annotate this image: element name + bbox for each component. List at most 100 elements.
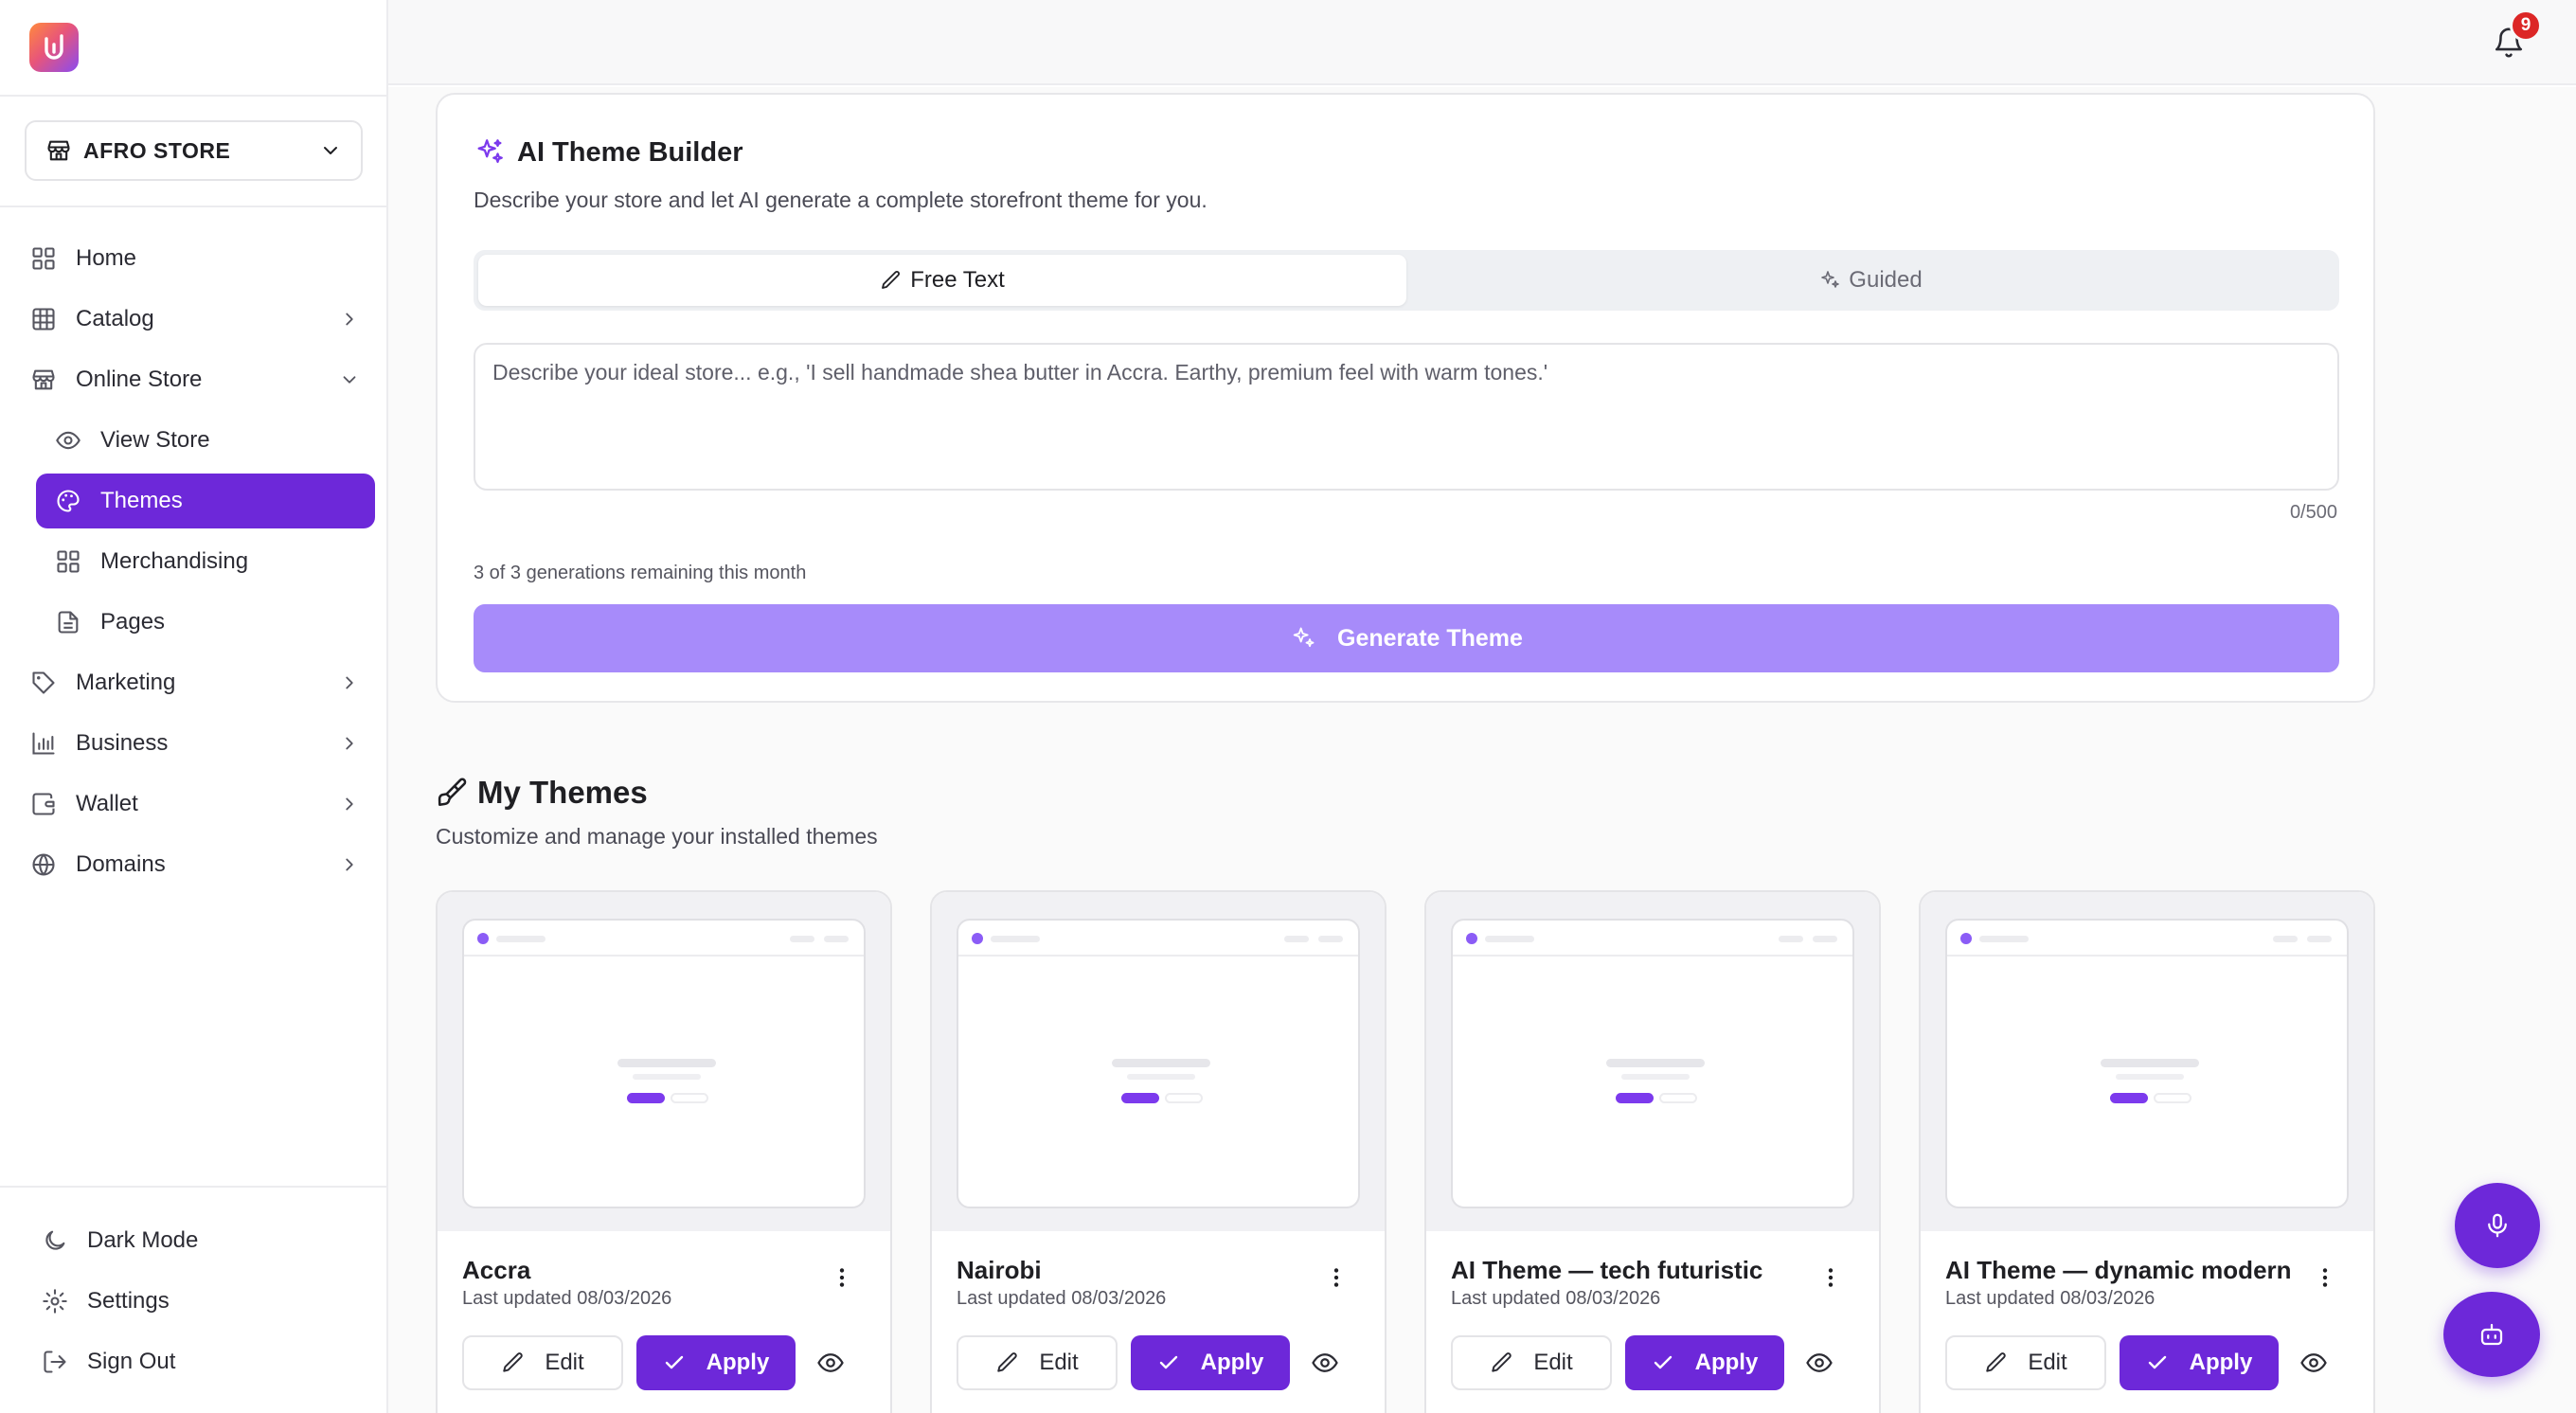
theme-name: AI Theme — dynamic modern — [1945, 1256, 2292, 1284]
moon-icon — [45, 1230, 65, 1250]
my-themes-heading: My Themes — [436, 775, 648, 811]
ai-builder-title: AI Theme Builder — [517, 136, 743, 168]
chevron-right-icon — [346, 858, 353, 871]
sidebar-item-catalog[interactable]: Catalog — [30, 292, 360, 347]
store-description-input[interactable] — [474, 343, 2339, 491]
sidebar-item-view-store[interactable]: View Store — [55, 413, 375, 468]
sidebar-item-marketing[interactable]: Marketing — [30, 655, 360, 710]
preview-window — [1451, 919, 1854, 1208]
divider — [0, 206, 386, 207]
edit-theme-button[interactable]: Edit — [462, 1335, 623, 1390]
sign-out-link[interactable]: Sign Out — [42, 1338, 175, 1386]
apply-theme-button[interactable]: Apply — [1131, 1335, 1290, 1390]
more-vertical-icon[interactable] — [1324, 1265, 1349, 1290]
theme-preview[interactable] — [932, 892, 1385, 1231]
eye-icon[interactable] — [2299, 1349, 2328, 1377]
settings-label: Settings — [87, 1288, 170, 1314]
theme-preview[interactable] — [1426, 892, 1879, 1231]
sidebar-item-label: Marketing — [76, 670, 176, 695]
theme-name: Nairobi — [957, 1256, 1042, 1284]
sidebar-item-business[interactable]: Business — [30, 716, 360, 771]
generations-remaining: 3 of 3 generations remaining this month — [474, 563, 807, 583]
edit-label: Edit — [1039, 1350, 1079, 1375]
chevron-down-icon — [343, 376, 356, 384]
my-themes-description: Customize and manage your installed them… — [436, 824, 878, 849]
apply-theme-button[interactable]: Apply — [1625, 1335, 1784, 1390]
sidebar-item-pages[interactable]: Pages — [55, 595, 375, 650]
divider — [0, 95, 386, 97]
sidebar-item-label: View Store — [100, 427, 210, 453]
grid-icon — [57, 550, 80, 573]
file-icon — [58, 611, 79, 634]
sidebar-item-online-store[interactable]: Online Store — [30, 352, 360, 407]
apply-label: Apply — [706, 1350, 770, 1375]
store-switcher[interactable]: AFRO STORE — [25, 120, 363, 181]
sidebar-item-themes[interactable]: Themes — [36, 474, 375, 528]
bot-icon — [2480, 1323, 2503, 1346]
dark-mode-toggle[interactable]: Dark Mode — [42, 1217, 198, 1264]
check-icon — [2148, 1355, 2166, 1369]
sparkles-icon — [1293, 627, 1315, 648]
more-vertical-icon[interactable] — [830, 1265, 854, 1290]
store-icon — [47, 140, 70, 161]
ai-assistant-button[interactable] — [2443, 1292, 2540, 1377]
theme-card: Nairobi Last updated 08/03/2026 Edit App… — [930, 890, 1386, 1413]
sidebar-item-label: Home — [76, 245, 137, 271]
theme-card: AI Theme — tech futuristic Last updated … — [1424, 890, 1881, 1413]
sidebar-item-label: Domains — [76, 851, 166, 877]
eye-icon — [56, 431, 80, 450]
theme-updated: Last updated 08/03/2026 — [957, 1288, 1167, 1309]
tab-free-text[interactable]: Free Text — [478, 255, 1406, 306]
tab-label: Guided — [1849, 267, 1923, 293]
sidebar-item-domains[interactable]: Domains — [30, 837, 360, 892]
grid-icon — [32, 247, 55, 270]
sidebar-item-wallet[interactable]: Wallet — [30, 777, 360, 832]
theme-updated: Last updated 08/03/2026 — [1945, 1288, 2156, 1309]
more-vertical-icon[interactable] — [1818, 1265, 1843, 1290]
edit-label: Edit — [2028, 1350, 2067, 1375]
edit-theme-button[interactable]: Edit — [957, 1335, 1118, 1390]
theme-updated: Last updated 08/03/2026 — [462, 1288, 672, 1309]
ai-builder-description: Describe your store and let AI generate … — [474, 188, 1208, 212]
edit-theme-button[interactable]: Edit — [1451, 1335, 1612, 1390]
tab-label: Free Text — [910, 267, 1005, 293]
check-icon — [665, 1355, 683, 1369]
sidebar-item-label: Pages — [100, 609, 166, 635]
apply-label: Apply — [2189, 1350, 2253, 1375]
eye-icon[interactable] — [1311, 1349, 1339, 1377]
more-vertical-icon[interactable] — [2313, 1265, 2337, 1290]
sidebar-item-label: Merchandising — [100, 548, 249, 574]
sidebar-item-home[interactable]: Home — [30, 231, 360, 286]
generate-theme-button[interactable]: Generate Theme — [474, 604, 2339, 672]
pencil-icon — [882, 271, 901, 289]
logo-mark-icon — [45, 34, 63, 60]
voice-assistant-button[interactable] — [2455, 1183, 2540, 1268]
palette-icon — [57, 490, 80, 512]
mode-tabs: Free Text Guided — [474, 250, 2339, 311]
app-logo[interactable] — [29, 23, 79, 72]
edit-label: Edit — [545, 1350, 584, 1375]
apply-theme-button[interactable]: Apply — [2120, 1335, 2279, 1390]
eye-icon[interactable] — [816, 1349, 845, 1377]
sidebar-item-label: Themes — [100, 488, 183, 513]
edit-theme-button[interactable]: Edit — [1945, 1335, 2106, 1390]
theme-card: Accra Last updated 08/03/2026 Edit Apply — [436, 890, 892, 1413]
settings-link[interactable]: Settings — [42, 1278, 170, 1325]
bar-chart-icon — [32, 732, 55, 755]
sparkles-icon — [477, 139, 503, 164]
divider — [0, 1186, 386, 1188]
theme-preview[interactable] — [438, 892, 890, 1231]
sidebar-item-label: Business — [76, 730, 169, 756]
preview-window — [1945, 919, 2349, 1208]
chevron-right-icon — [346, 313, 353, 326]
eye-icon[interactable] — [1805, 1349, 1834, 1377]
sidebar-item-merchandising[interactable]: Merchandising — [55, 534, 375, 589]
pencil-icon — [503, 1352, 524, 1372]
check-icon — [1159, 1355, 1177, 1369]
generate-theme-label: Generate Theme — [1337, 624, 1523, 652]
tab-guided[interactable]: Guided — [1406, 255, 2334, 306]
theme-preview[interactable] — [1921, 892, 2373, 1231]
chevron-right-icon — [346, 737, 353, 750]
store-name: AFRO STORE — [83, 137, 231, 163]
apply-theme-button[interactable]: Apply — [636, 1335, 796, 1390]
